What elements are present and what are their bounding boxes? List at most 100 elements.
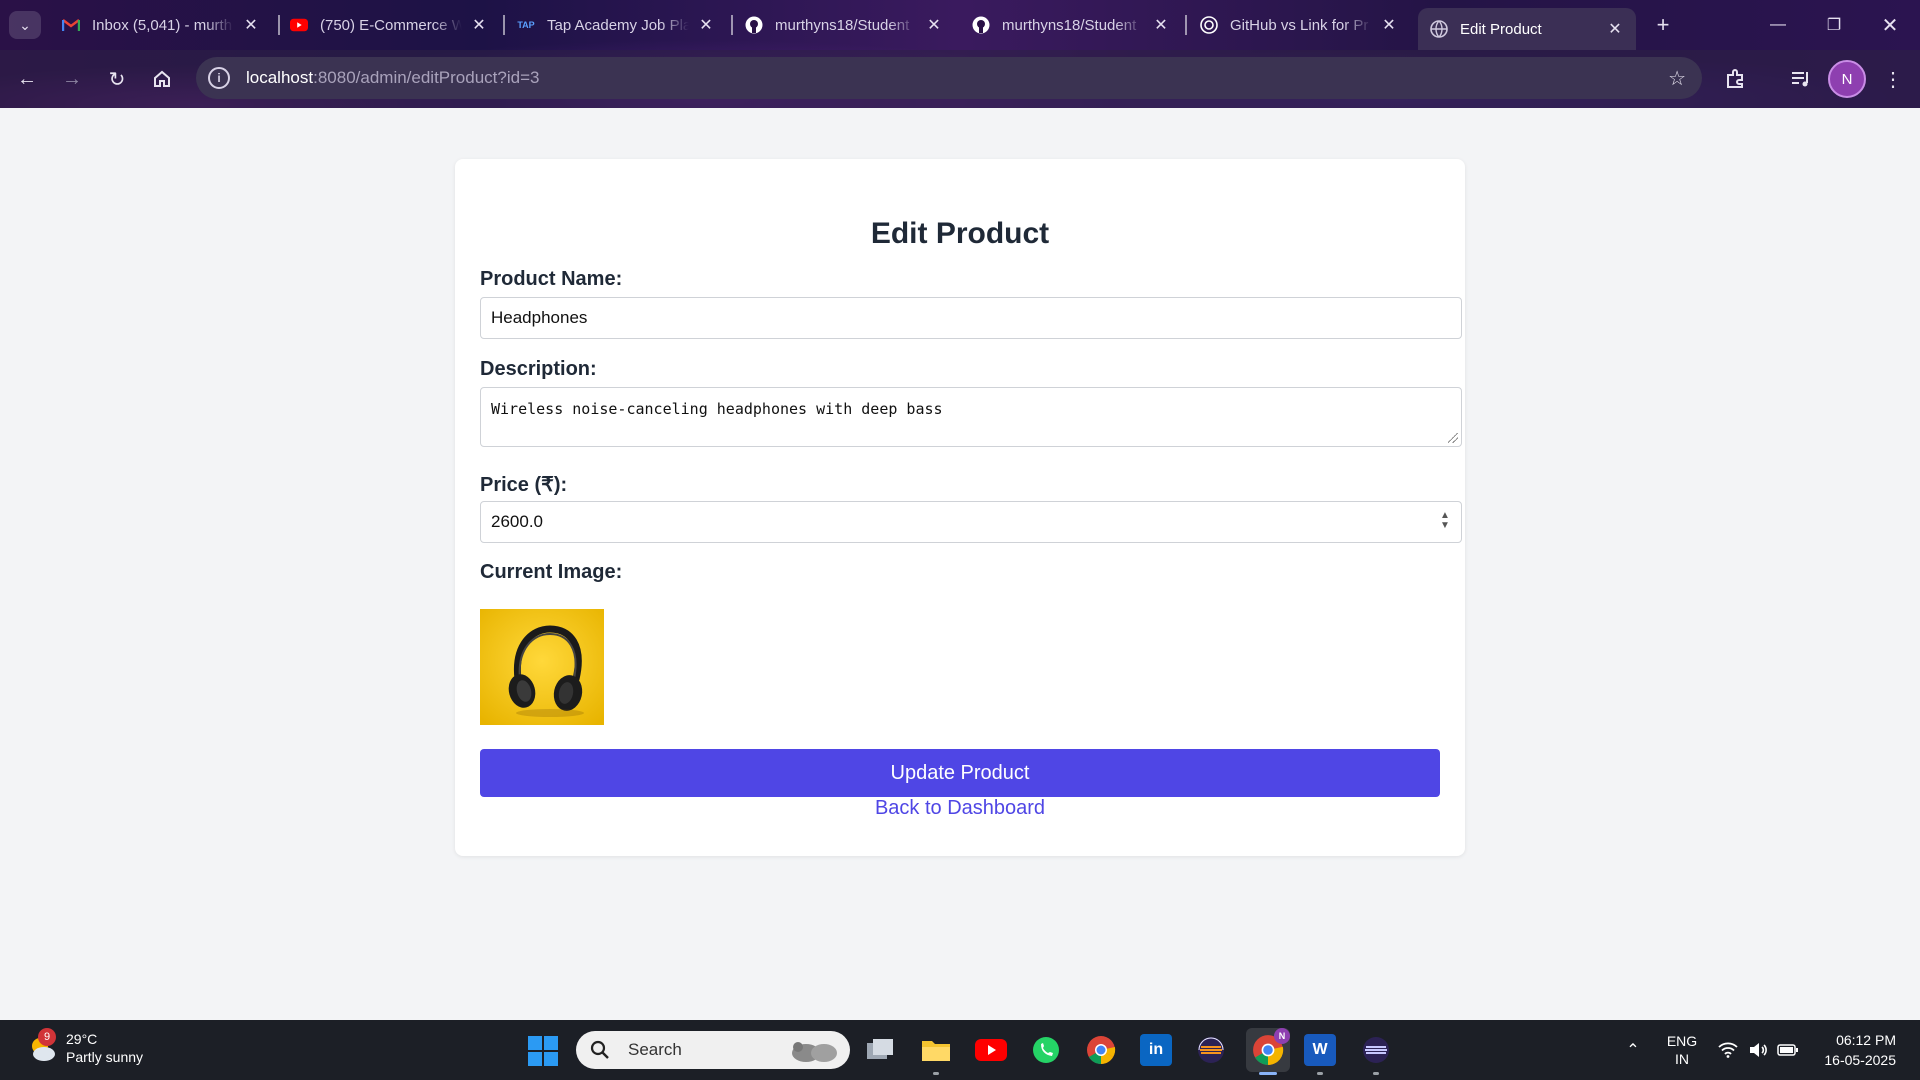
forward-arrow-icon[interactable]: →: [55, 62, 89, 96]
windows-taskbar: 9 29°C Partly sunny Search in N W ⌃ ENG …: [0, 1020, 1920, 1080]
battery-icon[interactable]: [1774, 1020, 1802, 1080]
address-bar[interactable]: i localhost:8080/admin/editProduct?id=3 …: [196, 57, 1702, 99]
youtube-icon: [290, 16, 308, 34]
taskbar-search[interactable]: Search: [576, 1031, 850, 1069]
close-tab-icon[interactable]: ✕: [1606, 20, 1624, 38]
tab-youtube[interactable]: (750) E-Commerce W ✕: [278, 8, 500, 42]
close-tab-icon[interactable]: ✕: [697, 16, 715, 34]
tab-title: Tap Academy Job Pla: [547, 16, 689, 34]
volume-icon[interactable]: [1744, 1020, 1772, 1080]
eclipse-ide-icon[interactable]: [1360, 1034, 1392, 1066]
whatsapp-icon[interactable]: [1030, 1034, 1062, 1066]
browser-chrome: ⌄ Inbox (5,041) - murth ✕ (750) E-Commer…: [0, 0, 1920, 108]
reload-icon[interactable]: ↻: [100, 62, 134, 96]
language-indicator[interactable]: ENG IN: [1660, 1020, 1704, 1080]
search-icon: [590, 1040, 609, 1059]
file-explorer-icon[interactable]: [920, 1034, 952, 1066]
tab-gmail[interactable]: Inbox (5,041) - murth ✕: [50, 8, 272, 42]
running-indicator: [1373, 1072, 1379, 1075]
product-name-input[interactable]: Headphones: [480, 297, 1462, 339]
home-icon[interactable]: [145, 62, 179, 96]
windows-start-icon[interactable]: [528, 1036, 558, 1066]
minimize-icon[interactable]: —: [1758, 10, 1798, 40]
price-input[interactable]: 2600.0 ▲ ▼: [480, 501, 1462, 543]
linkedin-icon[interactable]: in: [1140, 1034, 1172, 1066]
tab-separator: [1185, 15, 1187, 35]
tab-title: (750) E-Commerce W: [320, 16, 462, 34]
tab-title: murthyns18/Student: [775, 16, 910, 34]
globe-icon: [1430, 20, 1448, 38]
search-highlight-icon: [792, 1042, 837, 1062]
word-icon[interactable]: W: [1304, 1034, 1336, 1066]
chrome-icon[interactable]: [1085, 1034, 1117, 1066]
github-icon: [745, 16, 763, 34]
close-tab-icon[interactable]: ✕: [470, 16, 488, 34]
tab-search-dropdown-icon[interactable]: ⌄: [9, 11, 41, 39]
tap-academy-icon: TAP: [517, 20, 535, 30]
close-window-icon[interactable]: ✕: [1870, 10, 1910, 40]
price-value: 2600.0: [491, 512, 543, 531]
chrome-profile-badge: N: [1274, 1028, 1290, 1044]
url-text[interactable]: localhost:8080/admin/editProduct?id=3: [246, 68, 539, 88]
browser-menu-icon[interactable]: ⋮: [1876, 62, 1910, 96]
bookmark-star-icon[interactable]: ☆: [1668, 66, 1686, 91]
new-tab-icon[interactable]: +: [1650, 12, 1676, 38]
weather-widget[interactable]: 9 29°C Partly sunny: [26, 1028, 144, 1066]
site-info-icon[interactable]: i: [208, 67, 230, 89]
product-image: [480, 609, 604, 725]
description-textarea[interactable]: Wireless noise-canceling headphones with…: [480, 387, 1462, 447]
temperature: 29°C: [66, 1031, 98, 1047]
clock-date: 16-05-2025: [1824, 1052, 1896, 1068]
close-tab-icon[interactable]: ✕: [242, 16, 260, 34]
close-tab-icon[interactable]: ✕: [1152, 16, 1170, 34]
extensions-icon[interactable]: [1718, 62, 1752, 96]
restore-icon[interactable]: ❐: [1814, 10, 1854, 40]
tab-title: murthyns18/Student: [1002, 16, 1137, 34]
system-clock[interactable]: 06:12 PM 16-05-2025: [1824, 1030, 1896, 1070]
browser-toolbar: ← → ↻ i localhost:8080/admin/editProduct…: [0, 50, 1920, 108]
back-to-dashboard-link[interactable]: Back to Dashboard: [455, 797, 1465, 820]
profile-avatar[interactable]: N: [1828, 60, 1866, 98]
tab-title: GitHub vs Link for Pr: [1230, 16, 1369, 34]
weather-condition: Partly sunny: [66, 1049, 144, 1065]
chatgpt-icon: [1200, 16, 1218, 34]
show-hidden-icons-icon[interactable]: ⌃: [1618, 1020, 1648, 1080]
youtube-app-icon[interactable]: [975, 1034, 1007, 1066]
resize-handle-icon[interactable]: [1448, 433, 1458, 443]
tab-github-1[interactable]: murthyns18/Student ✕: [733, 8, 955, 42]
close-tab-icon[interactable]: ✕: [925, 16, 943, 34]
task-view-icon[interactable]: [864, 1034, 896, 1066]
tab-edit-product[interactable]: Edit Product ✕: [1418, 8, 1636, 50]
tab-chatgpt[interactable]: GitHub vs Link for Pr ✕: [1188, 8, 1410, 42]
page-title: Edit Product: [870, 217, 1050, 250]
close-tab-icon[interactable]: ✕: [1380, 16, 1398, 34]
tab-title: Edit Product: [1460, 20, 1542, 38]
github-icon: [972, 16, 990, 34]
description-label: Description:: [480, 358, 597, 380]
weather-badge: 9: [38, 1028, 56, 1046]
description-text: Wireless noise-canceling headphones with…: [491, 400, 943, 418]
wifi-icon[interactable]: [1714, 1020, 1742, 1080]
tab-github-2[interactable]: murthyns18/Student ✕: [960, 8, 1182, 42]
clock-time: 06:12 PM: [1836, 1032, 1896, 1048]
edit-product-card: Edit Product Product Name: Headphones De…: [455, 159, 1465, 856]
product-name-label: Product Name:: [480, 268, 623, 290]
running-indicator: [1317, 1072, 1323, 1075]
update-product-button[interactable]: Update Product: [480, 749, 1440, 797]
page-content: Edit Product Product Name: Headphones De…: [0, 108, 1920, 1020]
active-indicator: [1259, 1072, 1277, 1075]
tab-bar: ⌄ Inbox (5,041) - murth ✕ (750) E-Commer…: [0, 0, 1920, 50]
headphones-icon: [480, 609, 604, 725]
number-spinner-icon[interactable]: ▲ ▼: [1439, 511, 1451, 533]
partly-sunny-icon: 9: [26, 1028, 58, 1064]
eclipse-icon[interactable]: [1195, 1034, 1227, 1066]
back-arrow-icon[interactable]: ←: [10, 62, 44, 96]
tab-title: Inbox (5,041) - murth: [92, 16, 233, 34]
price-label: Price (₹):: [480, 474, 568, 496]
current-image-label: Current Image:: [480, 561, 623, 583]
running-indicator: [933, 1072, 939, 1075]
media-controls-icon[interactable]: [1784, 62, 1818, 96]
tab-tap-academy[interactable]: TAP Tap Academy Job Pla ✕: [505, 8, 727, 42]
search-placeholder: Search: [628, 1040, 682, 1059]
chrome-profile-icon[interactable]: N: [1246, 1028, 1290, 1072]
